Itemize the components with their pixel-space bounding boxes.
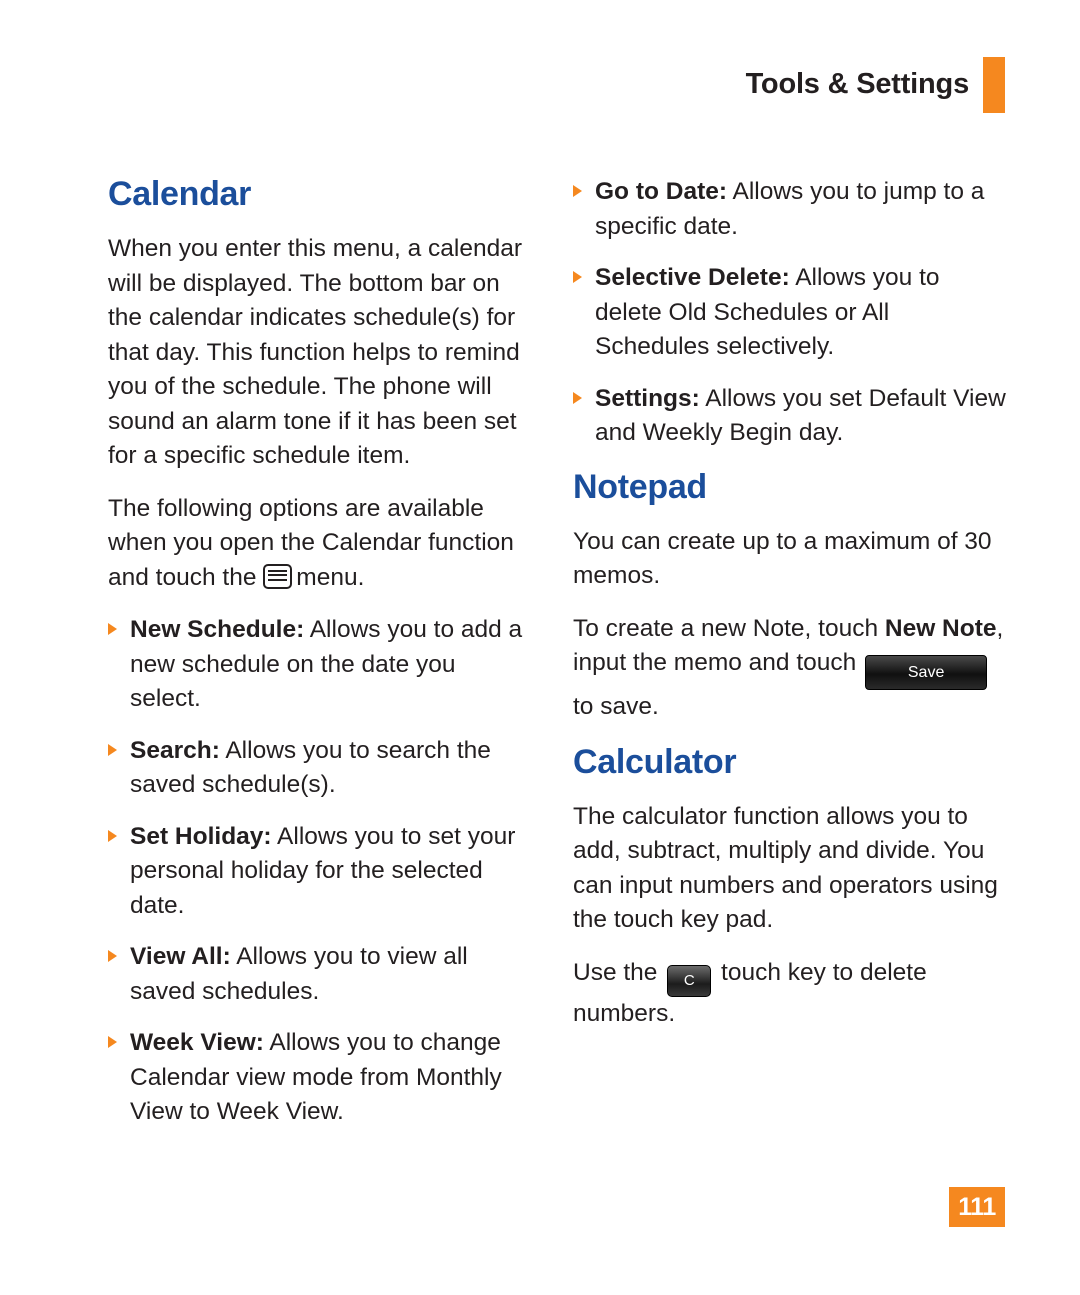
- list-item-term: Selective Delete:: [595, 264, 790, 291]
- list-item: Selective Delete: Allows you to delete O…: [573, 261, 1008, 365]
- heading-notepad: Notepad: [573, 467, 707, 506]
- bullet-triangle-icon: [108, 950, 117, 962]
- list-item: View All: Allows you to view all saved s…: [108, 940, 533, 1009]
- calendar-options-list-continued: Go to Date: Allows you to jump to a spec…: [573, 175, 1008, 451]
- calendar-intro-paragraph: When you enter this menu, a calendar wil…: [108, 235, 523, 469]
- notepad-instructions: To create a new Note, touch New Note, in…: [573, 612, 1008, 725]
- clear-key-icon: C: [667, 964, 712, 997]
- calculator-clear-key-instruction: Use the C touch key to delete numbers.: [573, 956, 1008, 1032]
- notepad-text-3: to save.: [573, 693, 659, 720]
- calendar-options-list: New Schedule: Allows you to add a new sc…: [108, 613, 533, 1130]
- calculator-paragraph: The calculator function allows you to ad…: [573, 802, 998, 934]
- list-item: Search: Allows you to search the saved s…: [108, 734, 533, 803]
- list-item: Settings: Allows you set Default View an…: [573, 382, 1008, 451]
- left-column: Calendar When you enter this menu, a cal…: [108, 175, 533, 1147]
- list-item-term: Settings:: [595, 384, 700, 412]
- page-title: Tools & Settings: [745, 67, 970, 100]
- menu-key-icon: [263, 563, 293, 589]
- calendar-options-paragraph: The following options are available when…: [108, 492, 533, 596]
- bullet-triangle-icon: [108, 1036, 117, 1048]
- clear-key-text-before: Use the: [573, 958, 665, 986]
- list-item: Week View: Allows you to change Calendar…: [108, 1026, 533, 1130]
- calendar-options-text-after: menu.: [296, 563, 365, 591]
- header-accent-bar: [983, 57, 1005, 113]
- page-header: Tools & Settings: [746, 55, 1005, 113]
- list-item: Go to Date: Allows you to jump to a spec…: [573, 175, 1008, 244]
- bullet-triangle-icon: [573, 271, 582, 283]
- save-key-icon: Save: [865, 655, 988, 690]
- heading-calendar: Calendar: [108, 175, 252, 213]
- heading-calculator: Calculator: [573, 742, 737, 781]
- bullet-triangle-icon: [108, 623, 117, 635]
- list-item: New Schedule: Allows you to add a new sc…: [108, 613, 533, 717]
- list-item-term: Go to Date:: [595, 178, 728, 205]
- right-column: Go to Date: Allows you to jump to a spec…: [573, 175, 1008, 1049]
- notepad-paragraph: You can create up to a maximum of 30 mem…: [573, 527, 992, 590]
- list-item-term: New Schedule:: [130, 616, 305, 643]
- list-item-term: Set Holiday:: [130, 822, 272, 850]
- bullet-triangle-icon: [108, 829, 117, 842]
- list-item-term: Search:: [130, 736, 220, 764]
- list-item-term: Week View:: [130, 1029, 264, 1056]
- bullet-triangle-icon: [573, 185, 582, 197]
- page-number-badge: 111: [949, 1187, 1005, 1227]
- list-item-term: View All:: [130, 943, 231, 970]
- list-item: Set Holiday: Allows you to set your pers…: [108, 820, 533, 924]
- bullet-triangle-icon: [573, 391, 582, 404]
- new-note-label: New Note: [884, 614, 997, 642]
- bullet-triangle-icon: [108, 743, 117, 756]
- notepad-text-1: To create a new Note, touch: [573, 614, 885, 642]
